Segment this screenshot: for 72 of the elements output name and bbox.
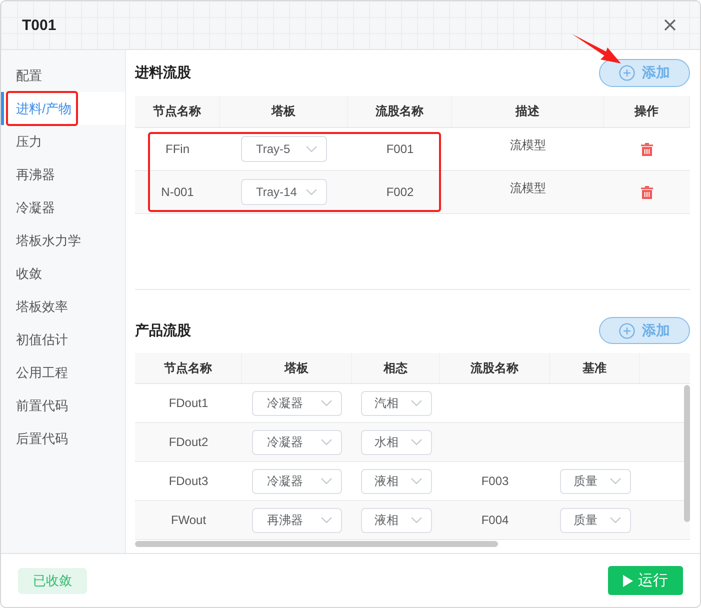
table-cell-text: FDout1: [168, 395, 210, 412]
chevron-down-icon: [321, 478, 332, 484]
column-header: 流股名称: [440, 353, 550, 383]
tray-select[interactable]: 冷凝器: [252, 468, 342, 494]
column-header: 塔板: [220, 96, 348, 127]
chevron-down-icon: [410, 439, 422, 445]
chevron-down-icon: [410, 400, 422, 406]
horizontal-scrollbar[interactable]: [135, 541, 498, 547]
sidebar-item[interactable]: 前置代码: [1, 389, 125, 422]
chevron-down-icon: [306, 146, 317, 152]
sidebar-item[interactable]: 收敛: [1, 257, 125, 290]
sidebar-item[interactable]: 后置代码: [1, 422, 125, 455]
table-cell-text: F002: [385, 184, 415, 201]
chevron-down-icon: [610, 517, 620, 523]
basis-select[interactable]: 质量: [560, 468, 630, 494]
column-header: 节点名称: [135, 96, 220, 127]
phase-select[interactable]: 汽相: [360, 390, 432, 416]
close-icon[interactable]: [664, 19, 676, 31]
sidebar-item[interactable]: 配置: [1, 59, 125, 92]
table-cell-text: F004: [480, 512, 510, 529]
sidebar-item[interactable]: 初值估计: [1, 323, 125, 356]
column-header: 节点名称: [135, 353, 242, 383]
annotation-arrow: [572, 34, 622, 64]
chevron-down-icon: [306, 189, 317, 195]
chevron-down-icon: [410, 517, 422, 523]
table-cell-text: FFin: [164, 141, 190, 158]
tray-select[interactable]: 再沸器: [252, 508, 342, 532]
chevron-down-icon: [410, 478, 422, 484]
trash-icon[interactable]: [641, 186, 653, 198]
section-title: 进料流股: [135, 64, 191, 82]
sidebar-item[interactable]: 塔板效率: [1, 290, 125, 323]
phase-select[interactable]: 液相: [360, 508, 432, 532]
sidebar-item[interactable]: 压力: [1, 125, 125, 158]
phase-select[interactable]: 液相: [360, 468, 432, 494]
tray-select[interactable]: 冷凝器: [252, 430, 342, 454]
sidebar-item[interactable]: 进料/产物: [1, 92, 125, 125]
sidebar-item[interactable]: 冷凝器: [1, 191, 125, 224]
table-cell-text: 流模型: [509, 136, 547, 154]
dialog-title: T001: [22, 16, 56, 34]
column-header: 流股名称: [348, 96, 452, 127]
table-cell-text: F003: [480, 473, 510, 490]
section-title: 产品流股: [135, 322, 191, 340]
sidebar-item[interactable]: 塔板水力学: [1, 224, 125, 257]
column-header: 基准: [550, 353, 640, 383]
table-cell-text: F001: [385, 141, 415, 158]
play-icon: [623, 574, 633, 586]
column-header: 描述: [452, 96, 604, 127]
table-cell-text: FDout3: [168, 473, 210, 490]
table-cell-text: 流模型: [509, 180, 547, 196]
table-cell-text: FWout: [170, 512, 208, 529]
plus-circle-icon: [619, 65, 635, 81]
plus-circle-icon: [619, 322, 635, 338]
table-cell-text: FDout2: [168, 434, 210, 451]
highlight-frame: [6, 91, 78, 126]
tray-select[interactable]: 冷凝器: [252, 390, 342, 416]
chevron-down-icon: [321, 439, 332, 445]
sidebar-item[interactable]: 公用工程: [1, 356, 125, 389]
phase-select[interactable]: 水相: [360, 430, 432, 454]
table-cell-text: N-001: [160, 184, 195, 201]
column-header: 操作: [604, 96, 690, 127]
chevron-down-icon: [321, 400, 332, 406]
vertical-scrollbar[interactable]: [684, 385, 690, 522]
tray-select[interactable]: Tray-5: [241, 136, 327, 162]
status-badge: 已收敛: [18, 568, 87, 594]
basis-select[interactable]: 质量: [560, 508, 630, 532]
sidebar-item[interactable]: 再沸器: [1, 158, 125, 191]
trash-icon[interactable]: [641, 142, 653, 156]
chevron-down-icon: [321, 517, 332, 523]
column-header: 塔板: [242, 353, 352, 383]
chevron-down-icon: [610, 478, 620, 484]
column-header: 相态: [352, 353, 440, 383]
tray-select[interactable]: Tray-14: [241, 179, 327, 205]
